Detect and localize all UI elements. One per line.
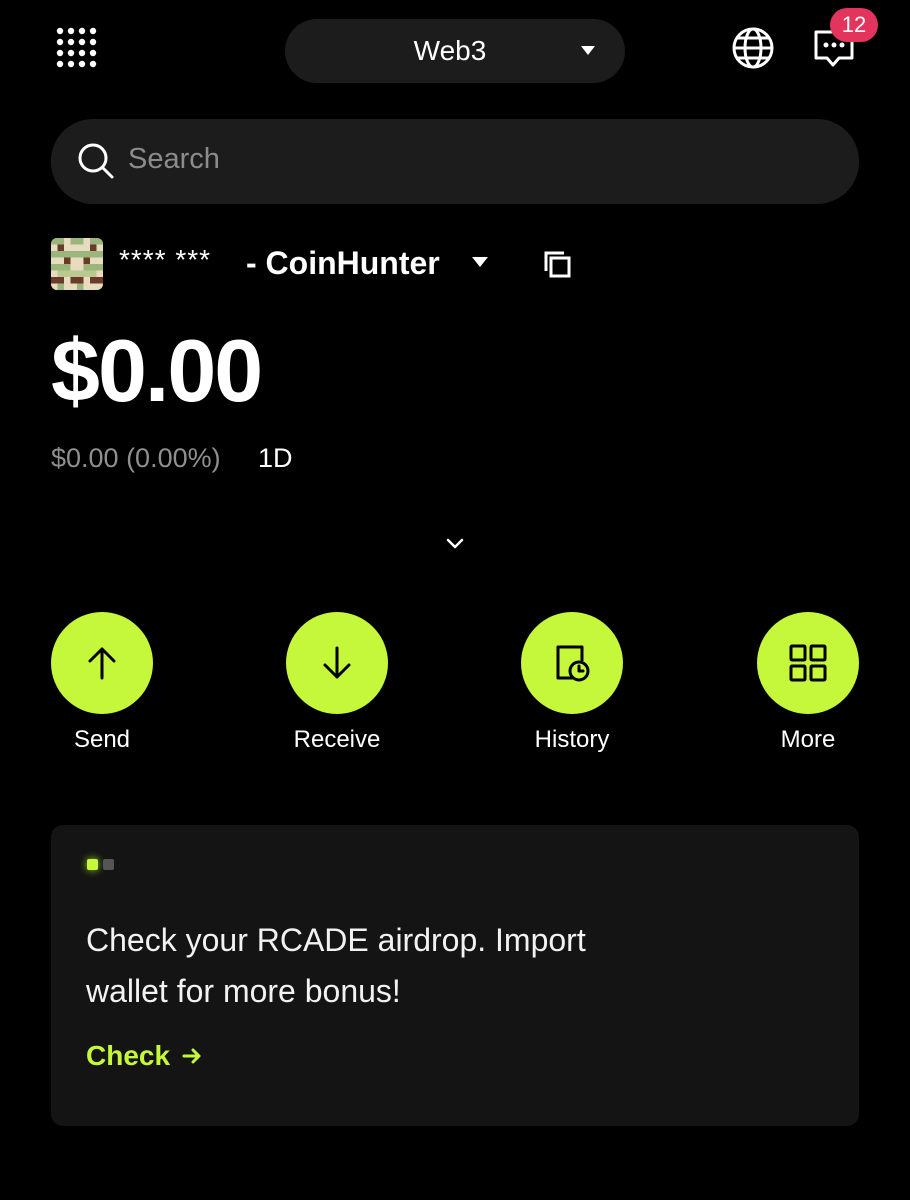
page-indicator-active (87, 859, 98, 870)
check-link[interactable]: Check (86, 1040, 202, 1072)
balance-change: $0.00 (0.00%) (51, 443, 221, 473)
history-icon (556, 645, 590, 682)
avatar[interactable] (51, 238, 103, 290)
promo-text: Check your RCADE airdrop. Import wallet … (86, 922, 586, 1009)
search-placeholder: Search (128, 143, 220, 175)
arrow-up-icon (88, 647, 116, 680)
network-selector[interactable]: Web3 (285, 19, 625, 83)
history-label: History (534, 726, 610, 753)
arrow-right-icon (182, 1048, 201, 1064)
receive-button[interactable]: Receive (272, 612, 402, 754)
account-name[interactable]: - CoinHunter (246, 245, 440, 282)
receive-label: Receive (293, 726, 381, 753)
arrow-down-icon (323, 646, 351, 679)
send-label: Send (73, 726, 131, 753)
chevron-down-icon[interactable] (440, 531, 470, 557)
notification-badge: 12 (830, 8, 878, 42)
page-indicator-inactive (103, 859, 114, 870)
caret-down-icon (581, 46, 595, 55)
caret-down-icon[interactable] (472, 257, 488, 267)
period-selector[interactable]: 1D (258, 443, 293, 474)
apps-grid-icon[interactable] (56, 27, 98, 69)
total-balance: $0.00 (51, 321, 263, 420)
search-icon (78, 143, 114, 179)
more-label: More (780, 726, 836, 753)
globe-icon[interactable] (731, 26, 775, 70)
send-button[interactable]: Send (37, 612, 167, 754)
search-input[interactable]: Search (51, 119, 859, 204)
sparkline-chart (642, 400, 854, 408)
copy-icon[interactable] (542, 249, 572, 279)
more-button[interactable]: More (743, 612, 873, 754)
network-label: Web3 (413, 35, 487, 66)
grid-icon (789, 644, 827, 682)
check-link-label: Check (86, 1040, 171, 1071)
account-id-masked: **** *** (119, 244, 212, 275)
promo-card[interactable]: Check your RCADE airdrop. Import wallet … (51, 825, 859, 1126)
history-button[interactable]: History (507, 612, 637, 754)
